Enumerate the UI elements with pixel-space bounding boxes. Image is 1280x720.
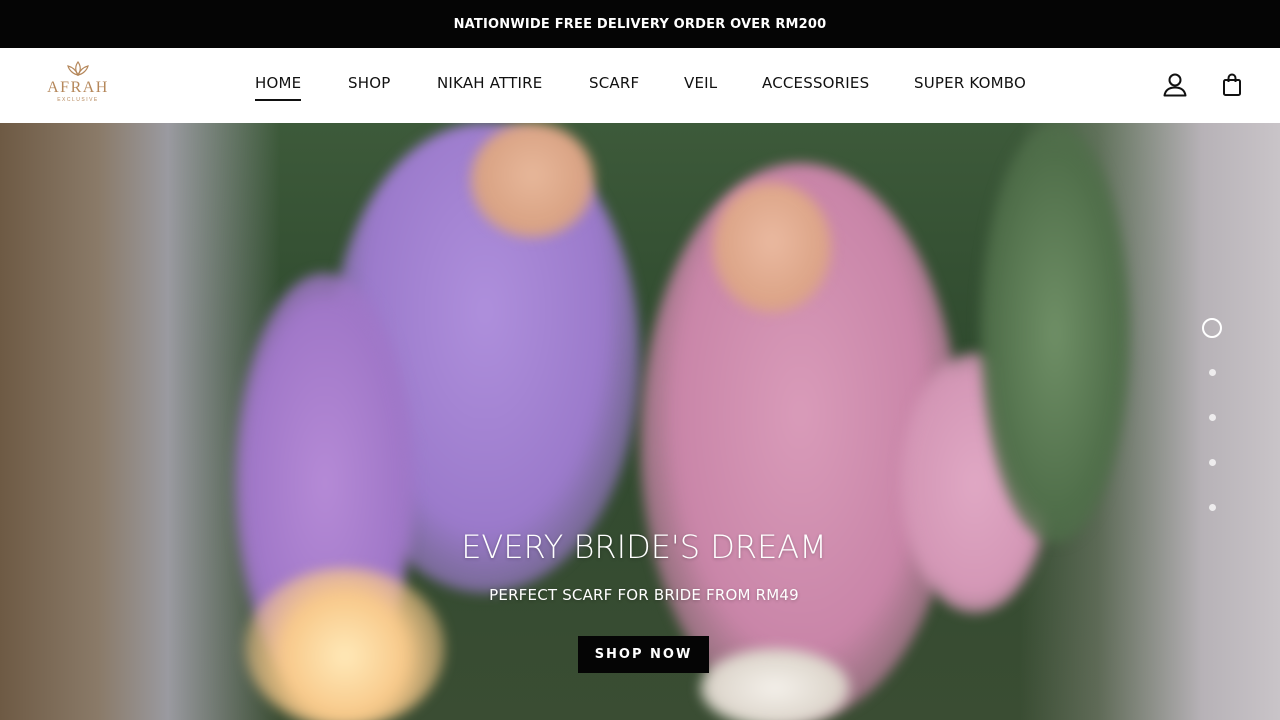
slider-dot-3[interactable] <box>1209 414 1216 421</box>
slider-dot-2[interactable] <box>1209 369 1216 376</box>
nav-item-scarf[interactable]: SCARF <box>589 74 639 96</box>
hero-photo-flowers <box>980 123 1130 543</box>
nav-item-shop[interactable]: SHOP <box>348 74 390 96</box>
announcement-bar: NATIONWIDE FREE DELIVERY ORDER OVER RM20… <box>0 0 1280 48</box>
slider-dot-1[interactable] <box>1202 318 1222 338</box>
site-header: AFRAH EXCLUSIVE HOME SHOP NIKAH ATTIRE S… <box>0 48 1280 123</box>
nav-item-home[interactable]: HOME <box>255 74 302 101</box>
nav-item-super-kombo[interactable]: SUPER KOMBO <box>914 74 1026 96</box>
hero-photo-bouquet <box>700 648 850 720</box>
nav-item-nikah-attire[interactable]: NIKAH ATTIRE <box>437 74 542 96</box>
shopping-bag-icon[interactable] <box>1220 72 1246 98</box>
user-icon[interactable] <box>1162 72 1188 98</box>
nav-item-accessories[interactable]: ACCESSORIES <box>762 74 869 96</box>
slider-dot-4[interactable] <box>1209 459 1216 466</box>
shop-now-button[interactable]: SHOP NOW <box>578 636 709 673</box>
hero-photo-face-left <box>470 123 595 238</box>
hero-subtitle: PERFECT SCARF FOR BRIDE FROM RM49 <box>489 586 799 604</box>
slider-dot-5[interactable] <box>1209 504 1216 511</box>
nav-item-veil[interactable]: VEIL <box>684 74 717 96</box>
hero-title: EVERY BRIDE'S DREAM <box>461 528 827 566</box>
hero-banner: EVERY BRIDE'S DREAM PERFECT SCARF FOR BR… <box>0 123 1280 720</box>
announcement-text: NATIONWIDE FREE DELIVERY ORDER OVER RM20… <box>453 16 827 32</box>
main-nav: HOME SHOP NIKAH ATTIRE SCARF VEIL ACCESS… <box>0 48 1280 123</box>
hero-photo-face-right <box>712 183 832 313</box>
